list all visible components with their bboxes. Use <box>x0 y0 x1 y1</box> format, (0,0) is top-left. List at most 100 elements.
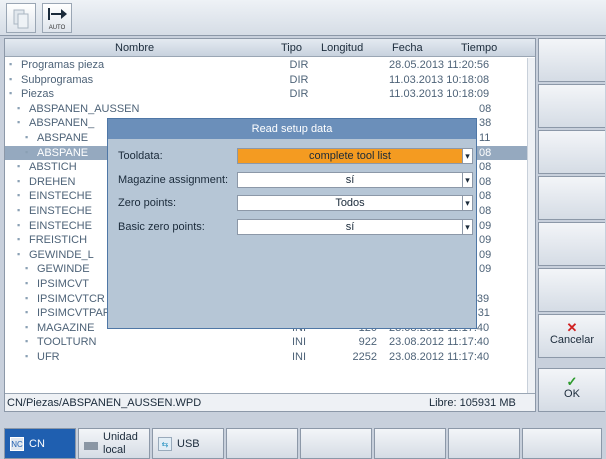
row-name: EINSTECHE <box>29 205 92 217</box>
chevron-down-icon[interactable]: ▾ <box>463 195 473 211</box>
row-date: 23.08.2012 11:17:40 <box>389 336 490 349</box>
col-date[interactable]: Fecha <box>392 42 423 54</box>
bottom-softkey-8[interactable] <box>522 428 602 459</box>
row-name: IPSIMCVTCR <box>37 292 105 305</box>
row-name: Programas pieza <box>21 59 105 71</box>
time-fragment: 11 <box>479 132 491 144</box>
folder-icon: ▪ <box>17 205 21 215</box>
table-row[interactable]: ▪ Subprogramas DIR 11.03.2013 10:18:08 <box>5 73 527 88</box>
folder-icon: ▪ <box>25 307 29 318</box>
time-fragment: 08 <box>479 190 492 203</box>
row-name: EINSTECHE <box>29 190 92 203</box>
magazine-label: Magazine assignment: <box>118 174 229 186</box>
horizontal-softkeys: NC CN Unidad local ⇆ USB <box>0 424 606 459</box>
magazine-select[interactable]: sí <box>237 172 463 188</box>
tooldata-select[interactable]: complete tool list <box>237 148 463 164</box>
zero-points-label: Zero points: <box>118 197 177 209</box>
softkey-3[interactable] <box>538 130 605 174</box>
status-bar: CN/Piezas/ABSPANEN_AUSSEN.WPD Libre: 105… <box>5 393 535 411</box>
auto-arrow-icon <box>48 8 67 20</box>
auto-mode-button[interactable]: AUTO <box>42 3 72 33</box>
ok-label: OK <box>564 388 580 400</box>
bottom-softkey-7[interactable] <box>448 428 520 459</box>
close-icon: ✕ <box>566 320 578 335</box>
col-type[interactable]: Tipo <box>281 42 302 54</box>
folder-icon: ▪ <box>17 190 21 201</box>
row-name: IPSIMCVT <box>37 278 89 290</box>
folder-icon: ▪ <box>25 351 29 361</box>
row-name: ABSPANE <box>37 146 89 159</box>
folder-icon: ▪ <box>17 219 21 230</box>
row-name: Subprogramas <box>21 73 94 86</box>
row-type: INI <box>291 351 307 363</box>
row-type: DIR <box>289 59 309 71</box>
folder-icon: ▪ <box>17 248 21 259</box>
bottom-softkey-5[interactable] <box>300 428 372 459</box>
chevron-down-icon[interactable]: ▾ <box>463 219 473 235</box>
row-length: 922 <box>358 336 377 349</box>
bottom-softkey-4[interactable] <box>226 428 298 459</box>
ok-button[interactable]: ✓ OK <box>538 368 605 412</box>
row-name: GEWINDE_L <box>29 248 94 261</box>
col-length[interactable]: Longitud <box>321 42 363 54</box>
row-name: MAGAZINE <box>37 321 95 334</box>
time-fragment: 08 <box>479 175 492 188</box>
table-row[interactable]: ▪ Piezas DIR 11.03.2013 10:18:09 <box>5 87 527 102</box>
folder-icon: ▪ <box>9 59 13 69</box>
time-fragment: 09 <box>479 234 492 247</box>
col-time[interactable]: Tiempo <box>461 42 497 54</box>
usb-icon: ⇆ <box>158 437 172 451</box>
tooldata-field: Tooldata: complete tool list ▾ <box>114 148 473 164</box>
cn-label: CN <box>29 438 45 450</box>
usb-label: USB <box>177 438 200 450</box>
folder-icon: ▪ <box>25 132 29 142</box>
table-row[interactable]: ▪ UFR INI 2252 23.08.2012 11:17:40 <box>5 350 527 365</box>
zero-points-select[interactable]: Todos <box>237 195 463 211</box>
cancel-button[interactable]: ✕ Cancelar <box>538 314 605 358</box>
local-drive-button[interactable]: Unidad local <box>78 428 150 459</box>
row-date: 11.03.2013 10:18:09 <box>389 88 490 101</box>
basic-zero-points-field: Basic zero points: sí ▾ <box>114 219 473 235</box>
row-name: ABSPANE <box>37 132 89 144</box>
free-space: Libre: 105931 MB <box>429 397 516 409</box>
bottom-softkey-6[interactable] <box>374 428 446 459</box>
softkey-1[interactable] <box>538 38 605 82</box>
cancel-label: Cancelar <box>549 334 595 346</box>
folder-icon: ▪ <box>9 73 13 84</box>
cn-button[interactable]: NC CN <box>4 428 76 459</box>
row-name: GEWINDE <box>37 263 90 276</box>
folder-icon: ▪ <box>25 278 29 288</box>
top-bar: AUTO <box>0 0 606 36</box>
chevron-down-icon[interactable]: ▾ <box>463 148 473 164</box>
softkey-5[interactable] <box>538 222 605 266</box>
basic-zero-points-label: Basic zero points: <box>118 221 205 233</box>
softkey-2[interactable] <box>538 84 605 128</box>
folder-icon: ▪ <box>25 336 29 347</box>
folder-icon: ▪ <box>25 263 29 274</box>
table-row[interactable]: ▪ Programas pieza DIR 28.05.2013 11:20:56 <box>5 58 527 73</box>
row-length: 2252 <box>352 351 377 363</box>
scrollbar[interactable] <box>527 58 535 394</box>
folder-icon: ▪ <box>17 102 21 113</box>
chevron-down-icon[interactable]: ▾ <box>463 172 473 188</box>
folder-icon: ▪ <box>25 292 29 303</box>
row-type: DIR <box>289 88 309 101</box>
machine-overview-button[interactable] <box>6 3 36 33</box>
nc-icon: NC <box>10 437 24 451</box>
time-fragment: 09 <box>479 263 492 276</box>
col-name[interactable]: Nombre <box>115 42 154 54</box>
row-name: DREHEN <box>29 175 76 188</box>
row-name: ABSTICH <box>29 161 77 174</box>
softkey-4[interactable] <box>538 176 605 220</box>
softkey-6[interactable] <box>538 268 605 312</box>
basic-zero-points-select[interactable]: sí <box>237 219 463 235</box>
folder-icon: ▪ <box>25 321 29 332</box>
current-path: CN/Piezas/ABSPANEN_AUSSEN.WPD <box>7 397 202 409</box>
table-row[interactable]: ▪ ABSPANEN_AUSSEN <box>5 102 527 117</box>
row-name: ABSPANEN_AUSSEN <box>29 102 140 115</box>
dialog-title: Read setup data <box>108 119 476 139</box>
row-name: UFR <box>37 351 60 363</box>
usb-button[interactable]: ⇆ USB <box>152 428 224 459</box>
folder-icon: ▪ <box>17 234 21 245</box>
table-row[interactable]: ▪ TOOLTURN INI 922 23.08.2012 11:17:40 <box>5 335 527 350</box>
